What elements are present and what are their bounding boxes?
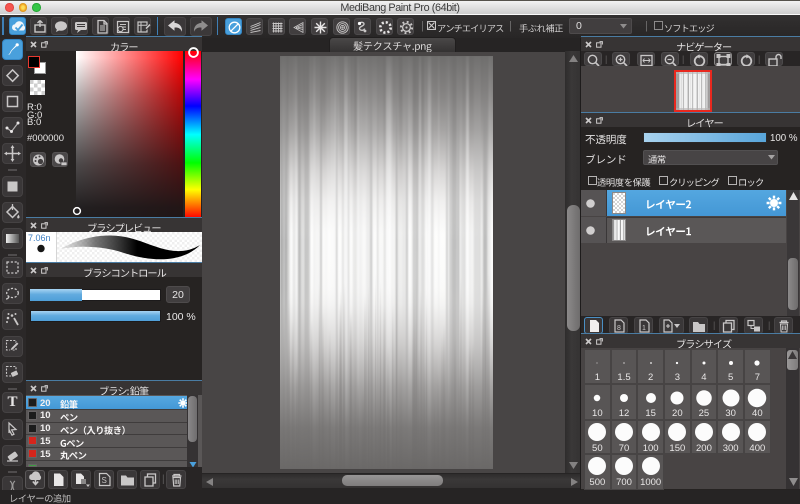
svg-text:1: 1 <box>642 325 646 332</box>
svg-text:S: S <box>102 476 107 485</box>
svg-text:8: 8 <box>617 325 621 332</box>
